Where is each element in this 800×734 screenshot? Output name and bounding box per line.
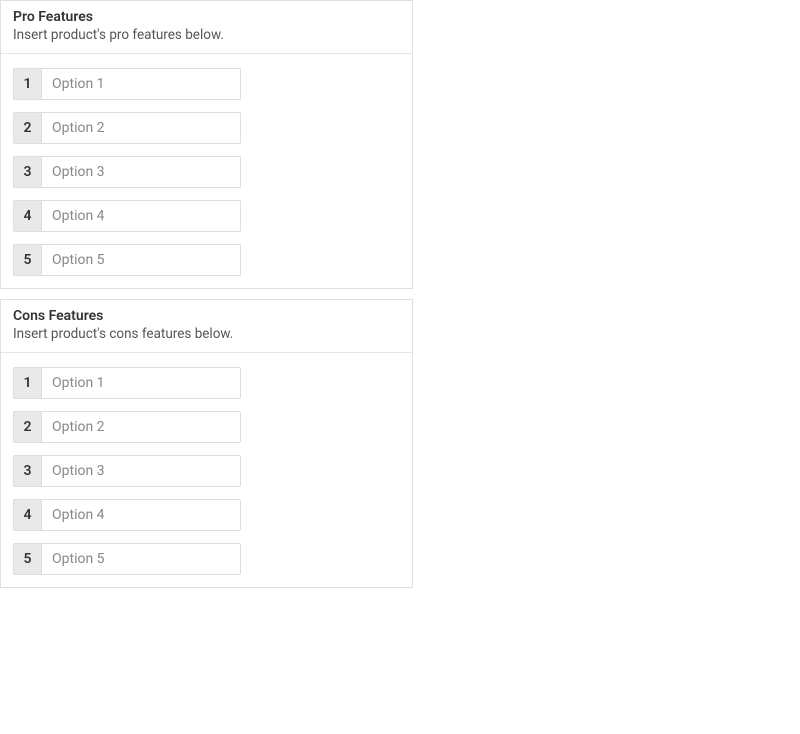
cons-option-row: 3 xyxy=(13,455,238,487)
pro-option-row: 2 xyxy=(13,112,238,144)
pro-features-title: Pro Features xyxy=(13,9,400,25)
cons-features-subtitle: Insert product's cons features below. xyxy=(13,326,400,342)
cons-option-input-2[interactable] xyxy=(41,411,241,443)
option-number-label: 5 xyxy=(13,244,41,276)
option-number-label: 1 xyxy=(13,367,41,399)
option-number-label: 5 xyxy=(13,543,41,575)
pro-option-input-1[interactable] xyxy=(41,68,241,100)
cons-option-row: 1 xyxy=(13,367,238,399)
option-number-label: 4 xyxy=(13,200,41,232)
cons-features-body: 1 2 3 4 5 xyxy=(1,353,412,587)
pro-option-row: 5 xyxy=(13,244,238,276)
pro-option-input-4[interactable] xyxy=(41,200,241,232)
cons-option-input-3[interactable] xyxy=(41,455,241,487)
cons-features-title: Cons Features xyxy=(13,308,400,324)
pro-features-panel: Pro Features Insert product's pro featur… xyxy=(0,0,413,289)
pro-option-row: 3 xyxy=(13,156,238,188)
pro-features-subtitle: Insert product's pro features below. xyxy=(13,27,400,43)
option-number-label: 3 xyxy=(13,156,41,188)
pro-features-header: Pro Features Insert product's pro featur… xyxy=(1,1,412,54)
option-number-label: 3 xyxy=(13,455,41,487)
cons-option-input-4[interactable] xyxy=(41,499,241,531)
cons-option-row: 5 xyxy=(13,543,238,575)
pro-option-row: 4 xyxy=(13,200,238,232)
cons-option-input-5[interactable] xyxy=(41,543,241,575)
pro-option-row: 1 xyxy=(13,68,238,100)
cons-option-row: 2 xyxy=(13,411,238,443)
pro-option-input-3[interactable] xyxy=(41,156,241,188)
option-number-label: 4 xyxy=(13,499,41,531)
option-number-label: 2 xyxy=(13,411,41,443)
cons-option-input-1[interactable] xyxy=(41,367,241,399)
option-number-label: 1 xyxy=(13,68,41,100)
pro-option-input-5[interactable] xyxy=(41,244,241,276)
pro-option-input-2[interactable] xyxy=(41,112,241,144)
cons-features-panel: Cons Features Insert product's cons feat… xyxy=(0,299,413,588)
option-number-label: 2 xyxy=(13,112,41,144)
cons-option-row: 4 xyxy=(13,499,238,531)
cons-features-header: Cons Features Insert product's cons feat… xyxy=(1,300,412,353)
pro-features-body: 1 2 3 4 5 xyxy=(1,54,412,288)
